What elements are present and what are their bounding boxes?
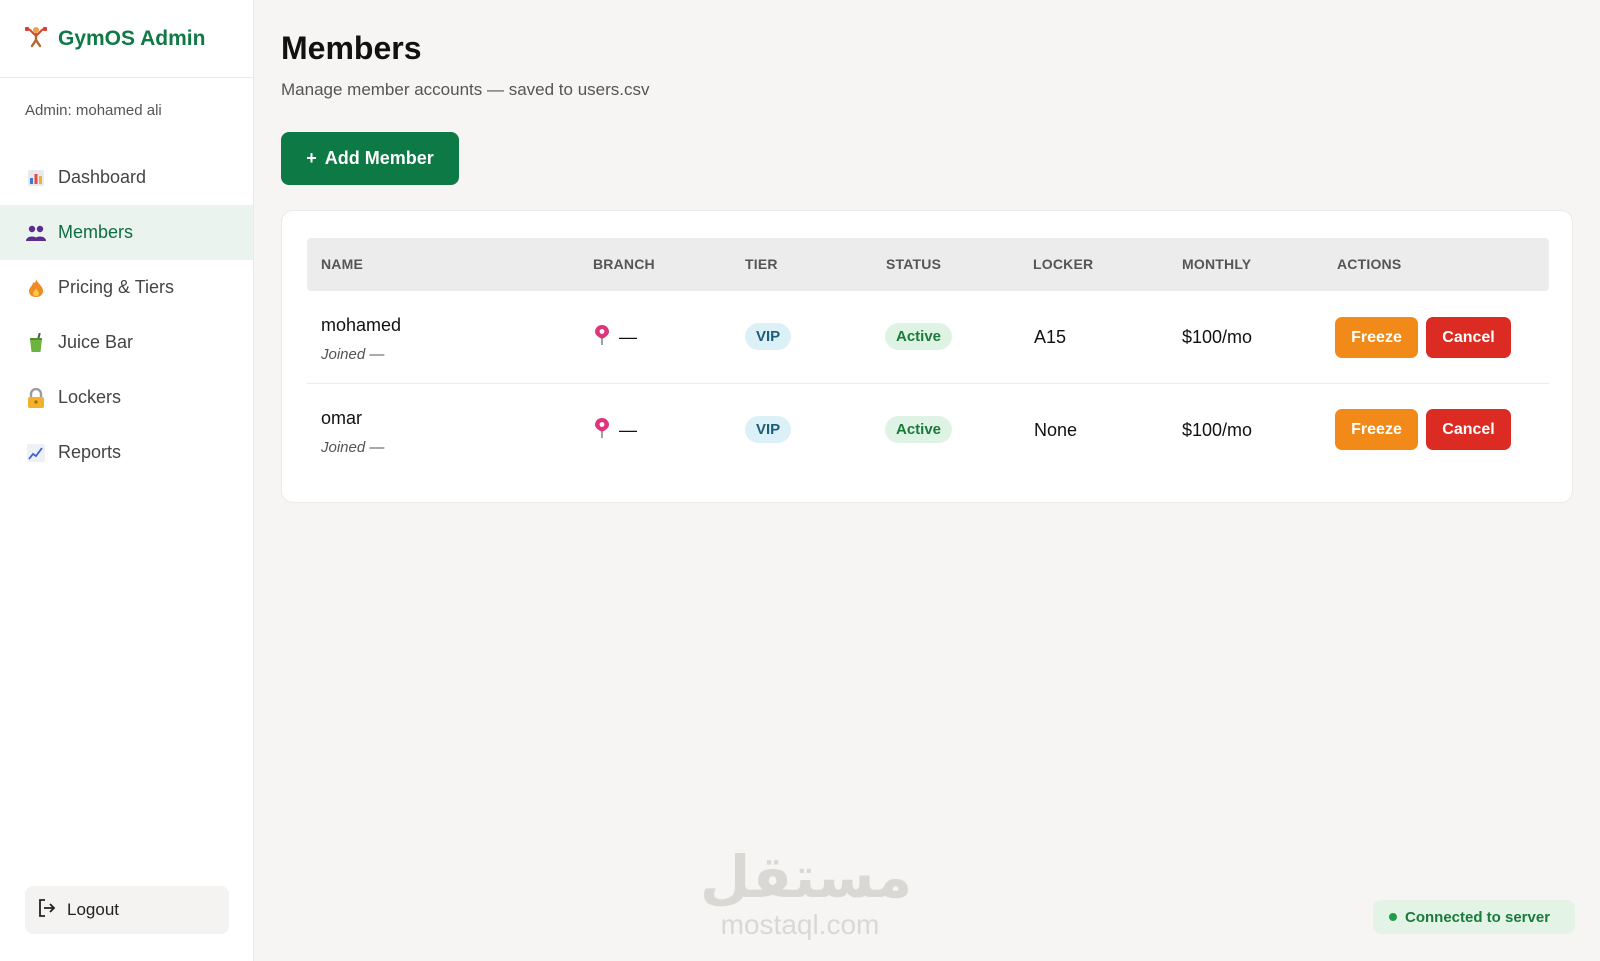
status-cell: Active bbox=[885, 323, 953, 350]
status-badge: Active bbox=[885, 416, 953, 443]
header-branch: BRANCH bbox=[593, 256, 655, 272]
connection-status-text: Connected to server bbox=[1405, 908, 1551, 926]
sidebar-item-reports[interactable]: Reports bbox=[0, 425, 253, 480]
branch-cell: — bbox=[595, 418, 637, 443]
header-monthly: MONTHLY bbox=[1182, 256, 1252, 272]
page-title: Members bbox=[281, 30, 422, 66]
trend-chart-icon bbox=[26, 443, 46, 463]
monthly-value: $100/mo bbox=[1182, 327, 1253, 347]
weightlifter-icon bbox=[24, 24, 48, 53]
header-actions: ACTIONS bbox=[1337, 256, 1402, 272]
status-dot-icon bbox=[1389, 913, 1397, 921]
member-name: mohamed bbox=[321, 315, 402, 335]
sidebar-item-label: Pricing & Tiers bbox=[58, 277, 175, 297]
table-row: omar Joined — — VIP Active None $100/mo … bbox=[307, 384, 1549, 477]
table-header: NAME BRANCH TIER STATUS LOCKER MONTHLY A… bbox=[307, 238, 1549, 291]
sidebar-item-label: Juice Bar bbox=[58, 332, 134, 352]
sidebar-item-label: Reports bbox=[58, 442, 122, 462]
header-status: STATUS bbox=[886, 256, 942, 272]
member-name-cell: mohamed Joined — bbox=[321, 315, 401, 363]
watermark-arabic: مستقل bbox=[700, 845, 913, 910]
bar-chart-icon bbox=[26, 168, 46, 188]
sidebar: GymOS Admin Admin: mohamed ali Dashboard… bbox=[0, 0, 254, 961]
branch-cell: — bbox=[595, 325, 637, 350]
sidebar-item-label: Members bbox=[58, 222, 134, 242]
users-icon bbox=[26, 223, 46, 243]
pin-icon bbox=[595, 325, 609, 350]
header-tier: TIER bbox=[745, 256, 778, 272]
monthly-value: $100/mo bbox=[1182, 420, 1253, 440]
branch-value: — bbox=[619, 420, 637, 440]
freeze-button[interactable]: Freeze bbox=[1335, 317, 1418, 358]
status-badge: Active bbox=[885, 323, 953, 350]
plus-icon: + bbox=[306, 148, 317, 168]
tier-cell: VIP bbox=[745, 323, 792, 350]
sidebar-item-dashboard[interactable]: Dashboard bbox=[0, 150, 253, 205]
member-name-cell: omar Joined — bbox=[321, 408, 384, 456]
freeze-button[interactable]: Freeze bbox=[1335, 409, 1418, 450]
page-subtitle: Manage member accounts — saved to users.… bbox=[281, 80, 650, 99]
locker-value: None bbox=[1034, 420, 1078, 440]
sidebar-item-label: Lockers bbox=[58, 387, 122, 407]
brand-title: GymOS Admin bbox=[58, 26, 206, 50]
watermark: مستقل mostaql.com bbox=[700, 845, 913, 940]
logout-label: Logout bbox=[67, 900, 119, 919]
members-table-card: NAME BRANCH TIER STATUS LOCKER MONTHLY A… bbox=[281, 210, 1573, 503]
table-row: mohamed Joined — — VIP Active A15 $100/m… bbox=[307, 291, 1549, 384]
sidebar-nav: Dashboard Members Pricing & Tiers Juice … bbox=[0, 150, 253, 480]
brand[interactable]: GymOS Admin bbox=[0, 0, 253, 78]
watermark-latin: mostaql.com bbox=[720, 909, 880, 940]
locker-value: A15 bbox=[1034, 327, 1067, 347]
sidebar-item-lockers[interactable]: Lockers bbox=[0, 370, 253, 425]
juice-icon bbox=[26, 332, 46, 353]
add-member-label: Add Member bbox=[324, 148, 434, 168]
status-cell: Active bbox=[885, 416, 953, 443]
tier-badge: VIP bbox=[745, 416, 792, 443]
pin-icon bbox=[595, 418, 609, 443]
member-joined: Joined — bbox=[321, 439, 385, 456]
sidebar-item-juice-bar[interactable]: Juice Bar bbox=[0, 315, 253, 370]
branch-value: — bbox=[619, 327, 637, 347]
sidebar-item-pricing[interactable]: Pricing & Tiers bbox=[0, 260, 253, 315]
member-name: omar bbox=[321, 408, 363, 428]
logout-button[interactable]: Logout bbox=[25, 886, 229, 934]
lock-icon bbox=[26, 387, 46, 408]
sidebar-item-label: Dashboard bbox=[58, 167, 147, 187]
admin-label: Admin: mohamed ali bbox=[25, 102, 162, 119]
header-name: NAME bbox=[321, 256, 364, 272]
add-member-button[interactable]: + Add Member bbox=[281, 132, 459, 185]
cancel-button[interactable]: Cancel bbox=[1426, 317, 1511, 358]
cancel-button[interactable]: Cancel bbox=[1426, 409, 1511, 450]
sidebar-item-members[interactable]: Members bbox=[0, 205, 253, 260]
logout-icon bbox=[37, 898, 57, 923]
member-joined: Joined — bbox=[321, 346, 385, 363]
connection-status-badge: Connected to server bbox=[1373, 900, 1575, 934]
tier-badge: VIP bbox=[745, 323, 792, 350]
header-locker: LOCKER bbox=[1033, 256, 1094, 272]
fire-icon bbox=[26, 278, 46, 298]
tier-cell: VIP bbox=[745, 416, 792, 443]
